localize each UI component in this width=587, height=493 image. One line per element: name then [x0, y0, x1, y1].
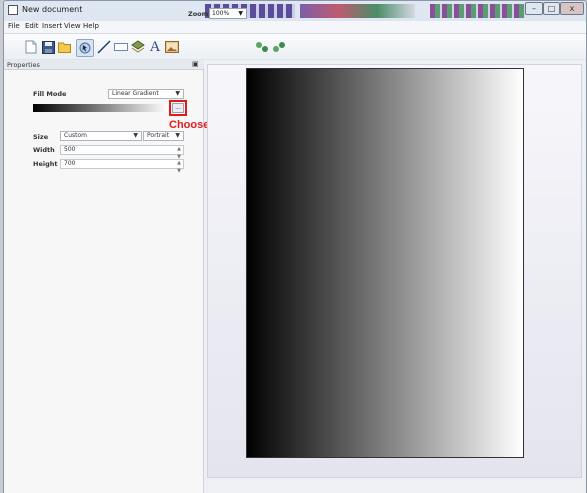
open-icon: [58, 42, 71, 53]
zoom-in-icon: [256, 42, 268, 52]
chevron-down-icon: ▼: [238, 10, 243, 17]
zoom-in-button[interactable]: [254, 39, 270, 55]
shape-tool-icon: [131, 40, 145, 53]
minimize-button[interactable]: –: [525, 2, 543, 15]
image-tool-button[interactable]: [164, 39, 180, 55]
close-button[interactable]: x: [560, 2, 584, 15]
new-icon: [25, 40, 37, 54]
orientation-value: Portrait: [147, 132, 170, 139]
zoom-out-button[interactable]: [271, 39, 287, 55]
save-icon: [41, 40, 55, 54]
width-value: 500: [64, 146, 76, 153]
gradient-preview: [33, 104, 168, 112]
properties-title: Properties: [7, 61, 40, 69]
blurred-strip-2: [300, 4, 415, 18]
orientation-select[interactable]: Portrait ▼: [143, 131, 184, 141]
menu-insert[interactable]: Insert: [42, 22, 62, 30]
select-tool-button[interactable]: [76, 39, 94, 57]
menu-help[interactable]: Help: [83, 22, 99, 30]
new-document-button[interactable]: [23, 39, 39, 55]
window-title: New document: [22, 5, 83, 14]
chevron-down-icon: ▼: [133, 132, 138, 139]
text-tool-button[interactable]: A: [147, 39, 163, 55]
blurred-strip-3: [430, 4, 525, 18]
line-tool-icon: [97, 40, 111, 54]
fill-mode-label: Fill Mode: [33, 90, 67, 98]
line-tool-button[interactable]: [96, 39, 112, 55]
shape-tool-button[interactable]: [130, 39, 146, 55]
size-value: Custom: [64, 132, 87, 139]
select-tool-icon: [79, 42, 91, 54]
width-label: Width: [33, 146, 55, 154]
spin-arrows-icon[interactable]: ▲ ▼: [177, 159, 181, 175]
open-button[interactable]: [57, 39, 73, 55]
menu-view[interactable]: View: [64, 22, 81, 30]
size-label: Size: [33, 133, 49, 141]
menu-file[interactable]: File: [8, 22, 20, 30]
rectangle-tool-button[interactable]: [113, 39, 129, 55]
fill-mode-value: Linear Gradient: [112, 90, 159, 97]
float-panel-icon[interactable]: ▣: [192, 60, 199, 68]
width-field[interactable]: 500 ▲ ▼: [60, 145, 184, 160]
save-button[interactable]: [40, 39, 56, 55]
choose-button-highlight: [169, 100, 187, 116]
zoom-value: 100%: [212, 10, 230, 17]
document-page[interactable]: [246, 68, 524, 458]
zoom-select[interactable]: 100% ▼: [209, 8, 247, 19]
height-value: 700: [64, 160, 76, 167]
text-tool-icon: A: [149, 39, 161, 55]
height-field[interactable]: 700 ▲ ▼: [60, 159, 184, 174]
menu-edit[interactable]: Edit: [25, 22, 39, 30]
size-select[interactable]: Custom ▼: [60, 131, 142, 141]
image-tool-icon: [165, 41, 179, 53]
maximize-button[interactable]: □: [543, 2, 560, 15]
zoom-label: Zoom: [188, 10, 209, 18]
chevron-down-icon: ▼: [175, 132, 180, 139]
app-icon: [8, 5, 18, 15]
rectangle-tool-icon: [114, 43, 128, 51]
zoom-out-icon: [273, 42, 285, 52]
fill-mode-select[interactable]: Linear Gradient ▼: [108, 89, 184, 99]
height-label: Height: [33, 160, 58, 168]
chevron-down-icon: ▼: [175, 90, 180, 97]
